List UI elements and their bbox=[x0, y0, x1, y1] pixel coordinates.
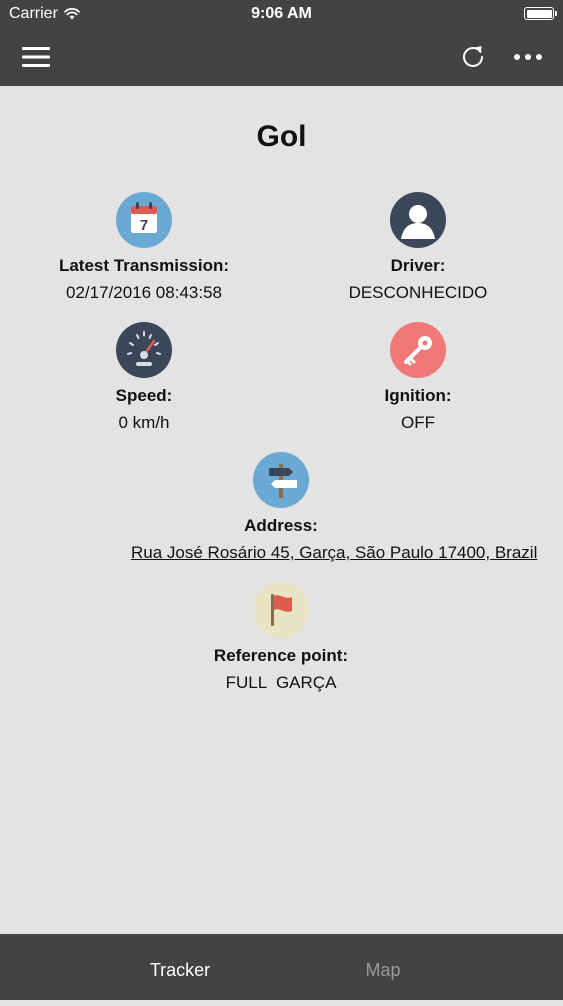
latest-transmission-value: 02/17/2016 08:43:58 bbox=[66, 283, 222, 302]
reference-point-label: Reference point: bbox=[213, 646, 349, 665]
tab-map[interactable]: Map bbox=[283, 934, 483, 1000]
ignition-field: Ignition: OFF bbox=[268, 322, 563, 433]
refresh-icon bbox=[463, 46, 483, 67]
ignition-label: Ignition: bbox=[384, 386, 452, 405]
calendar-day: 7 bbox=[140, 217, 148, 234]
battery-level bbox=[526, 9, 552, 18]
driver-field: Driver: DESCONHECIDO bbox=[268, 192, 563, 303]
status-bar: Carrier 9:06 AM bbox=[0, 0, 563, 28]
ignition-value: OFF bbox=[401, 413, 435, 432]
battery-icon bbox=[524, 7, 557, 20]
menu-button[interactable] bbox=[19, 40, 53, 74]
more-icon bbox=[514, 54, 542, 60]
reference-point-field: Reference point: FULL GARÇA bbox=[131, 582, 431, 693]
vehicle-name: Gol bbox=[256, 120, 307, 153]
tab-bar: Tracker Map bbox=[0, 934, 563, 1000]
reference-point-value: FULL GARÇA bbox=[225, 673, 337, 692]
tab-tracker[interactable]: Tracker bbox=[80, 934, 280, 1000]
speed-value: 0 km/h bbox=[118, 413, 170, 432]
calendar-icon: 7 bbox=[116, 192, 172, 248]
status-time: 9:06 AM bbox=[251, 5, 312, 22]
flag-icon bbox=[253, 582, 309, 638]
speed-label: Speed: bbox=[115, 386, 173, 405]
nav-bar bbox=[0, 28, 563, 86]
vehicle-details: Gol 7 Latest Transmission: 02/17/2016 08… bbox=[0, 86, 563, 934]
signpost-icon bbox=[253, 452, 309, 508]
hamburger-menu-icon bbox=[22, 47, 50, 67]
address-field: Address: Rua José Rosário 45, Garça, São… bbox=[131, 452, 537, 563]
driver-label: Driver: bbox=[390, 256, 446, 275]
person-icon bbox=[390, 192, 446, 248]
driver-value: DESCONHECIDO bbox=[348, 283, 488, 302]
address-link[interactable]: Rua José Rosário 45, Garça, São Paulo 17… bbox=[131, 543, 537, 563]
speedometer-icon bbox=[116, 322, 172, 378]
key-icon bbox=[390, 322, 446, 378]
refresh-button[interactable] bbox=[456, 40, 490, 74]
latest-transmission-label: Latest Transmission: bbox=[58, 256, 230, 275]
more-button[interactable] bbox=[511, 40, 545, 74]
speed-field: Speed: 0 km/h bbox=[0, 322, 294, 433]
address-label: Address: bbox=[244, 516, 318, 535]
latest-transmission-field: 7 Latest Transmission: 02/17/2016 08:43:… bbox=[0, 192, 294, 303]
